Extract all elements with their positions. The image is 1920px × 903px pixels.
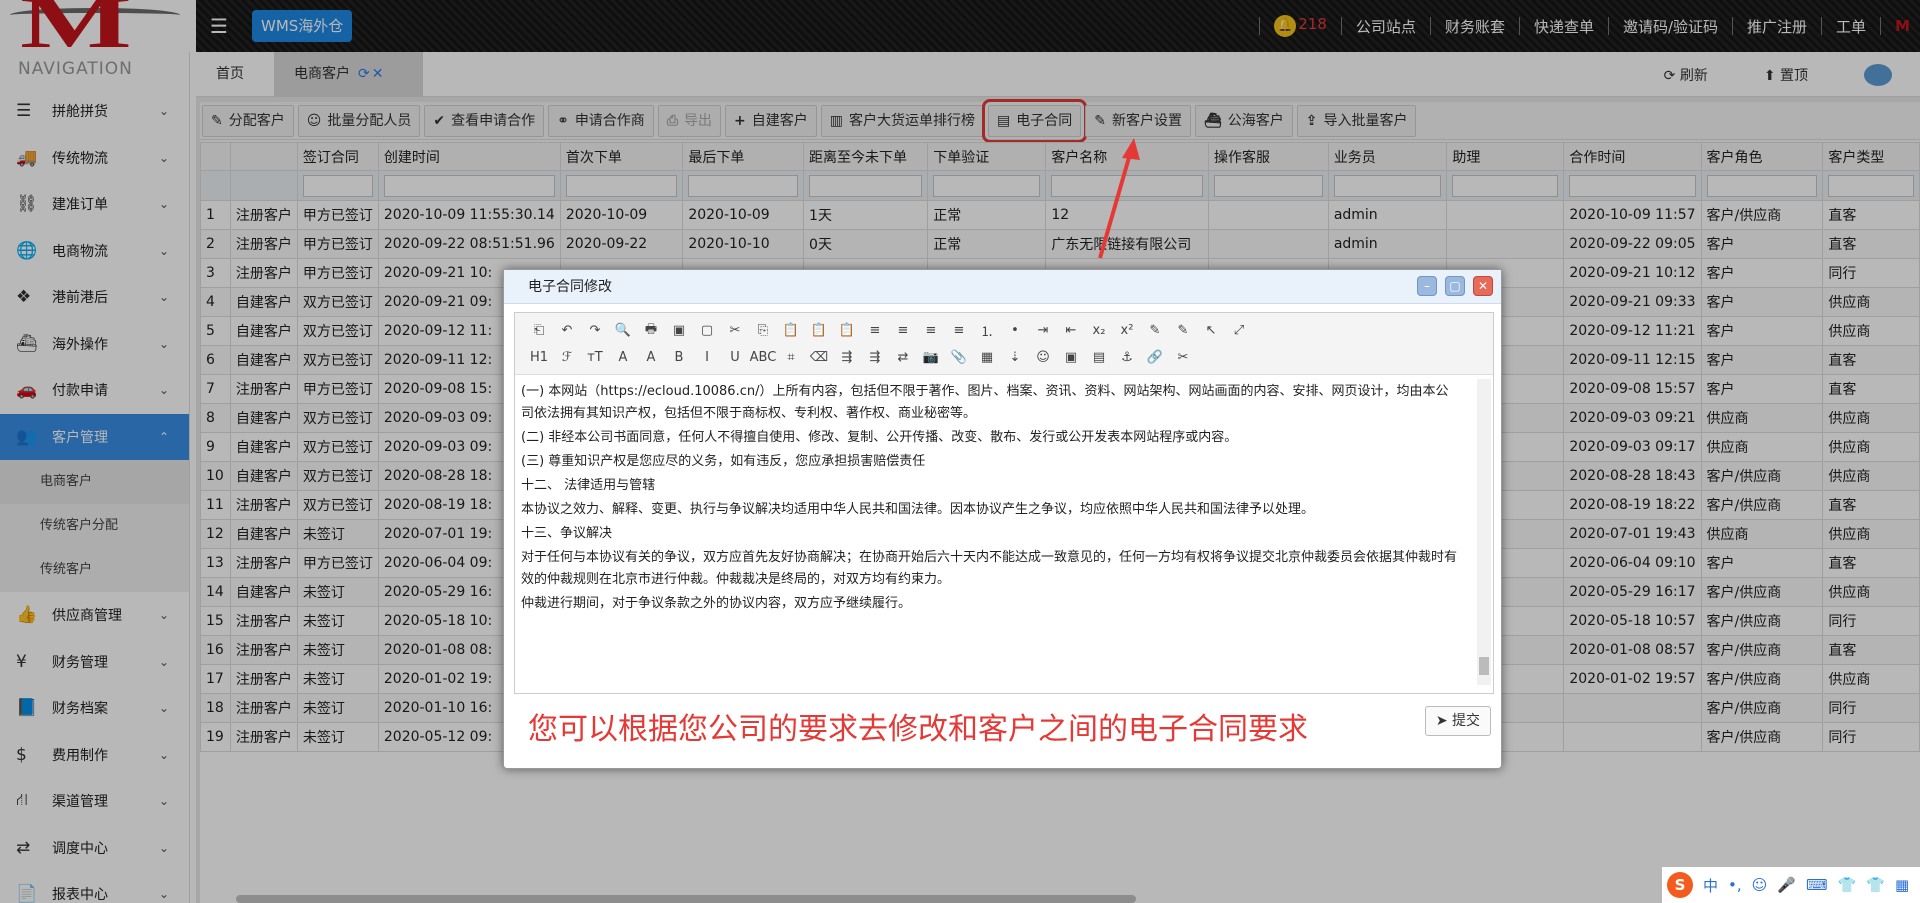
editor-tool-icon[interactable]: 📷 bbox=[917, 350, 945, 365]
contract-paragraph: 仲裁进行期间，对于争议条款之外的协议内容，双方应予继续履行。 bbox=[521, 596, 912, 611]
editor-tool-icon[interactable]: ↷ bbox=[581, 323, 609, 338]
minimize-icon[interactable]: – bbox=[1417, 276, 1437, 296]
contract-edit-dialog: 电子合同修改 – ▢ ✕ ⎗ ↶ ↷ 🔍 🖶 ▣ ▢ ✂ ⎘ 📋 📋 📋 ≡ ≡ ≡ ≡ ⒈ • ⇥ ⇤ x₂ x² ✎ ✎ ↖… bbox=[503, 269, 1502, 769]
editor-tool-icon[interactable]: 📋 bbox=[805, 323, 833, 338]
editor-tool-icon[interactable]: ▦ bbox=[973, 350, 1001, 365]
ime-icon[interactable]: 👕 bbox=[1866, 876, 1885, 894]
editor-tool-icon[interactable]: ↖ bbox=[1197, 323, 1225, 338]
editor-tool-icon[interactable]: ▣ bbox=[1057, 350, 1085, 365]
editor-tool-icon[interactable]: ⇣ bbox=[1001, 350, 1029, 365]
editor-tool-icon[interactable]: 📋 bbox=[777, 323, 805, 338]
editor-tool-icon[interactable]: 📋 bbox=[833, 323, 861, 338]
editor-content[interactable]: (一) 本网站（https://ecloud.10086.cn/）上所有内容，包… bbox=[521, 379, 1461, 685]
editor-tool-icon[interactable]: I bbox=[693, 350, 721, 365]
editor-tool-icon[interactable]: ⚓ bbox=[1113, 350, 1141, 365]
editor-tool-icon[interactable]: ✂ bbox=[1169, 350, 1197, 365]
editor-tool-icon[interactable]: ⎗ bbox=[525, 323, 553, 338]
editor-tool-icon[interactable]: ⤢ bbox=[1225, 323, 1253, 338]
editor-tool-icon[interactable]: ⇄ bbox=[889, 350, 917, 365]
ime-icon[interactable]: ☺ bbox=[1752, 876, 1768, 894]
contract-paragraph: (三) 尊重知识产权是您应尽的义务，如有违反，您应承担损害赔偿责任 bbox=[521, 454, 926, 469]
editor-tool-icon[interactable]: B bbox=[665, 350, 693, 365]
editor-tool-icon[interactable]: H1 bbox=[525, 350, 553, 365]
editor-tool-icon[interactable]: ⇶ bbox=[861, 350, 889, 365]
editor-tool-icon[interactable]: ✎ bbox=[1169, 323, 1197, 338]
editor-tool-icon[interactable]: ℱ bbox=[553, 350, 581, 365]
editor-tool-icon[interactable]: 📎 bbox=[945, 350, 973, 365]
editor-tool-icon[interactable]: 🔗 bbox=[1141, 350, 1169, 365]
editor-tool-icon[interactable]: ⒈ bbox=[973, 321, 1001, 340]
contract-paragraph: 十二、 法律适用与管辖 bbox=[521, 478, 656, 493]
editor-tool-icon[interactable]: ✎ bbox=[1141, 323, 1169, 338]
contract-paragraph: 对于任何与本协议有关的争议，双方应首先友好协商解决；在协商开始后六十天内不能达成… bbox=[521, 550, 1458, 587]
editor-tool-icon[interactable]: ✂ bbox=[721, 323, 749, 338]
editor-tool-icon[interactable]: тT bbox=[581, 350, 609, 365]
editor-tool-icon[interactable]: x² bbox=[1113, 323, 1141, 338]
ime-icon[interactable]: •, bbox=[1728, 876, 1742, 894]
editor-tool-icon[interactable]: ⇥ bbox=[1029, 323, 1057, 338]
editor-tool-icon[interactable]: ABC bbox=[749, 350, 777, 365]
rich-text-editor[interactable]: ⎗ ↶ ↷ 🔍 🖶 ▣ ▢ ✂ ⎘ 📋 📋 📋 ≡ ≡ ≡ ≡ ⒈ • ⇥ ⇤ x₂ x² ✎ ✎ ↖ ⤢ H1 ℱтT A A B I U A… bbox=[514, 312, 1494, 694]
ime-icon[interactable]: ⌨ bbox=[1806, 876, 1828, 894]
ime-icon[interactable]: ▦ bbox=[1895, 876, 1909, 894]
editor-tool-icon[interactable]: ≡ bbox=[861, 323, 889, 338]
editor-tool-icon[interactable]: ☺ bbox=[1029, 350, 1057, 365]
editor-tool-icon[interactable]: ▤ bbox=[1085, 350, 1113, 365]
editor-tool-icon[interactable]: x₂ bbox=[1085, 323, 1113, 338]
dialog-title: 电子合同修改 bbox=[504, 270, 1501, 304]
editor-tool-icon[interactable]: ⌫ bbox=[805, 350, 833, 365]
maximize-icon[interactable]: ▢ bbox=[1445, 276, 1465, 296]
editor-tool-icon[interactable]: ≡ bbox=[889, 323, 917, 338]
submit-button[interactable]: ➤ 提交 bbox=[1424, 706, 1491, 736]
editor-tool-icon[interactable]: ↶ bbox=[553, 323, 581, 338]
contract-paragraph: 本协议之效力、解释、变更、执行与争议解决均适用中华人民共和国法律。因本协议产生之… bbox=[521, 502, 1315, 517]
editor-tool-icon[interactable]: ⇶ bbox=[833, 350, 861, 365]
editor-scrollbar[interactable] bbox=[1477, 379, 1491, 685]
editor-tool-icon[interactable]: ▣ bbox=[665, 323, 693, 338]
editor-tool-icon[interactable]: A bbox=[637, 350, 665, 365]
ime-icon[interactable]: 🎤 bbox=[1777, 876, 1796, 894]
editor-tool-icon[interactable]: ⌗ bbox=[777, 350, 805, 365]
ime-icon[interactable]: S bbox=[1667, 872, 1693, 898]
contract-paragraph: (二) 非经本公司书面同意，任何人不得擅自使用、修改、复制、公开传播、改变、散布… bbox=[521, 430, 1238, 445]
close-icon[interactable]: ✕ bbox=[1473, 276, 1493, 296]
editor-tool-icon[interactable]: ⎘ bbox=[749, 323, 777, 338]
editor-tool-icon[interactable]: ▢ bbox=[693, 323, 721, 338]
editor-tool-icon[interactable]: U bbox=[721, 350, 749, 365]
editor-tool-icon[interactable]: ⇤ bbox=[1057, 323, 1085, 338]
editor-tool-icon[interactable]: ≡ bbox=[917, 323, 945, 338]
editor-tool-icon[interactable]: • bbox=[1001, 323, 1029, 338]
contract-paragraph: (一) 本网站（https://ecloud.10086.cn/）上所有内容，包… bbox=[521, 384, 1449, 421]
editor-tool-icon[interactable]: A bbox=[609, 350, 637, 365]
ime-icon[interactable]: 中 bbox=[1703, 875, 1718, 896]
contract-paragraph: 十三、争议解决 bbox=[521, 526, 613, 541]
editor-toolbar: ⎗ ↶ ↷ 🔍 🖶 ▣ ▢ ✂ ⎘ 📋 📋 📋 ≡ ≡ ≡ ≡ ⒈ • ⇥ ⇤ x₂ x² ✎ ✎ ↖ ⤢ H1 ℱтT A A B I U A… bbox=[515, 313, 1493, 375]
editor-tool-icon[interactable]: 🖶 bbox=[637, 320, 665, 342]
editor-tool-icon[interactable]: ≡ bbox=[945, 323, 973, 338]
annotation-note: 您可以根据您公司的要求去修改和客户之间的电子合同要求 bbox=[528, 712, 1308, 747]
ime-icon[interactable]: 👕 bbox=[1838, 876, 1857, 894]
editor-tool-icon[interactable]: 🔍 bbox=[609, 323, 637, 338]
ime-toolbar: S 中 •, ☺ 🎤 ⌨ 👕 👕 ▦ bbox=[1662, 867, 1920, 903]
